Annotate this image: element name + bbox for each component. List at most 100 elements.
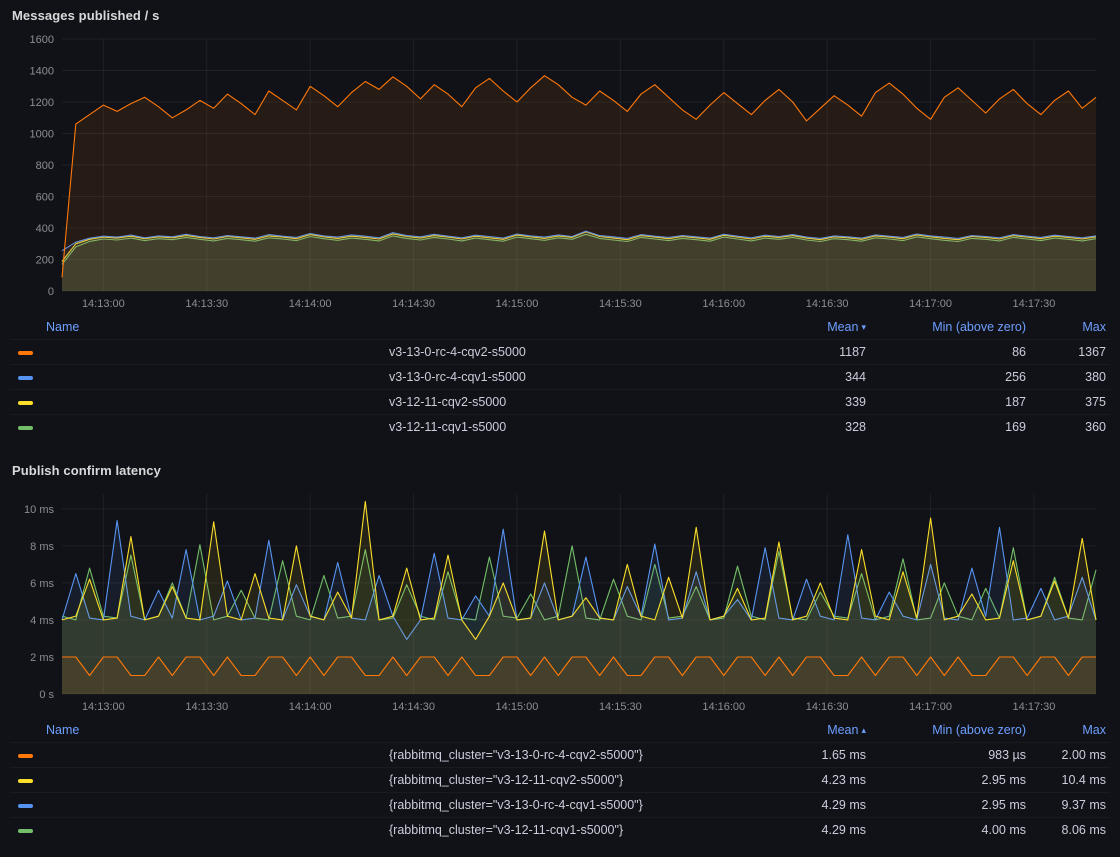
messages-published-chart[interactable]: 0200400600800100012001400160014:13:0014:… xyxy=(10,31,1110,313)
legend-header-mean[interactable]: Mean▾ xyxy=(760,315,870,340)
series-max-value: 360 xyxy=(1030,415,1110,440)
series-name[interactable]: v3-13-0-rc-4-cqv1-s5000 xyxy=(385,365,760,390)
svg-text:1600: 1600 xyxy=(30,34,54,46)
legend-header-mean[interactable]: Mean▴ xyxy=(760,718,870,743)
series-max-value: 1367 xyxy=(1030,340,1110,365)
svg-text:14:16:00: 14:16:00 xyxy=(702,298,745,310)
legend-header-name[interactable]: Name xyxy=(10,315,760,340)
series-color-swatch xyxy=(10,390,385,415)
panel-publish-confirm-latency: Publish confirm latency 0 s 2 ms 4 ms 6 ms 8… xyxy=(0,455,1120,842)
svg-text:14:16:30: 14:16:30 xyxy=(806,298,849,310)
series-max-value: 2.00 ms xyxy=(1030,743,1110,768)
series-name[interactable]: {rabbitmq_cluster="v3-12-11-cqv2-s5000"} xyxy=(385,768,760,793)
series-color-swatch xyxy=(10,818,385,843)
series-mean-value: 1.65 ms xyxy=(760,743,870,768)
publish-confirm-latency-chart[interactable]: 0 s 2 ms 4 ms 6 ms 8 ms 10 ms 14:13:00 14:13:30… xyxy=(10,486,1110,716)
series-name[interactable]: v3-12-11-cqv2-s5000 xyxy=(385,390,760,415)
sort-caret-icon: ▴ xyxy=(861,725,866,735)
svg-text:1400: 1400 xyxy=(30,66,54,78)
legend-header-name[interactable]: Name xyxy=(10,718,760,743)
svg-text:600: 600 xyxy=(36,192,54,204)
legend-header-min[interactable]: Min (above zero) xyxy=(870,718,1030,743)
series-name[interactable]: {rabbitmq_cluster="v3-13-0-rc-4-cqv1-s50… xyxy=(385,793,760,818)
legend-header-max[interactable]: Max xyxy=(1030,718,1110,743)
series-min-value: 983 µs xyxy=(870,743,1030,768)
series-name[interactable]: {rabbitmq_cluster="v3-12-11-cqv1-s5000"} xyxy=(385,818,760,843)
legend-row: {rabbitmq_cluster="v3-13-0-rc-4-cqv1-s50… xyxy=(10,793,1110,818)
legend-table: NameMean▴Min (above zero)Max {rabbitmq_cl… xyxy=(10,718,1110,842)
publish-confirm-latency-legend: NameMean▴Min (above zero)Max {rabbitmq_cl… xyxy=(10,718,1110,842)
messages-published-legend: NameMean▾Min (above zero)Maxv3-13-0-rc-4… xyxy=(10,315,1110,439)
series-name[interactable]: v3-13-0-rc-4-cqv2-s5000 xyxy=(385,340,760,365)
series-max-value: 10.4 ms xyxy=(1030,768,1110,793)
series-mean-value: 328 xyxy=(760,415,870,440)
svg-text:14:16:30: 14:16:30 xyxy=(806,701,849,713)
legend-row: v3-13-0-rc-4-cqv1-s5000344256380 xyxy=(10,365,1110,390)
legend-row: v3-12-11-cqv2-s5000339187375 xyxy=(10,390,1110,415)
legend-row: v3-12-11-cqv1-s5000328169360 xyxy=(10,415,1110,440)
series-color-swatch xyxy=(10,340,385,365)
svg-text:14:13:00: 14:13:00 xyxy=(82,701,125,713)
panel-gap xyxy=(0,439,1120,455)
series-max-value: 380 xyxy=(1030,365,1110,390)
panel-title-publish-confirm-latency: Publish confirm latency xyxy=(10,461,1110,486)
svg-text:1000: 1000 xyxy=(30,129,54,141)
svg-text:14:17:00: 14:17:00 xyxy=(909,298,952,310)
series-max-value: 8.06 ms xyxy=(1030,818,1110,843)
series-mean-value: 4.23 ms xyxy=(760,768,870,793)
svg-text:14:13:30: 14:13:30 xyxy=(185,298,228,310)
svg-text:1200: 1200 xyxy=(30,97,54,109)
series-min-value: 169 xyxy=(870,415,1030,440)
series-min-value: 4.00 ms xyxy=(870,818,1030,843)
svg-text:14:17:30: 14:17:30 xyxy=(1013,298,1056,310)
svg-text:10 ms: 10 ms xyxy=(24,504,54,516)
svg-text:8 ms: 8 ms xyxy=(30,541,54,553)
legend-row: v3-13-0-rc-4-cqv2-s50001187861367 xyxy=(10,340,1110,365)
chart-canvas[interactable]: 0200400600800100012001400160014:13:0014:… xyxy=(10,31,1110,313)
series-max-value: 9.37 ms xyxy=(1030,793,1110,818)
series-min-value: 256 xyxy=(870,365,1030,390)
series-mean-value: 1187 xyxy=(760,340,870,365)
series-mean-value: 4.29 ms xyxy=(760,818,870,843)
series-min-value: 86 xyxy=(870,340,1030,365)
series-color-swatch xyxy=(10,415,385,440)
series-name[interactable]: {rabbitmq_cluster="v3-13-0-rc-4-cqv2-s50… xyxy=(385,743,760,768)
series-color-swatch xyxy=(10,768,385,793)
svg-text:14:14:00: 14:14:00 xyxy=(289,298,332,310)
sort-caret-icon: ▾ xyxy=(861,322,866,332)
svg-text:6 ms: 6 ms xyxy=(30,578,54,590)
series-name[interactable]: v3-12-11-cqv1-s5000 xyxy=(385,415,760,440)
legend-header-max[interactable]: Max xyxy=(1030,315,1110,340)
svg-text:14:14:30: 14:14:30 xyxy=(392,701,435,713)
series-color-swatch xyxy=(10,793,385,818)
chart-canvas[interactable]: 0 s 2 ms 4 ms 6 ms 8 ms 10 ms 14:13:00 14:13:30… xyxy=(10,486,1110,716)
svg-text:14:15:30: 14:15:30 xyxy=(599,298,642,310)
series-min-value: 187 xyxy=(870,390,1030,415)
series-mean-value: 4.29 ms xyxy=(760,793,870,818)
svg-text:14:14:30: 14:14:30 xyxy=(392,298,435,310)
svg-text:14:17:30: 14:17:30 xyxy=(1013,701,1056,713)
series-color-swatch xyxy=(10,743,385,768)
panel-messages-published: Messages published / s 02004006008001000… xyxy=(0,0,1120,439)
series-mean-value: 344 xyxy=(760,365,870,390)
legend-table: NameMean▾Min (above zero)Maxv3-13-0-rc-4… xyxy=(10,315,1110,439)
legend-row: {rabbitmq_cluster="v3-13-0-rc-4-cqv2-s50… xyxy=(10,743,1110,768)
svg-text:14:16:00: 14:16:00 xyxy=(702,701,745,713)
svg-text:14:13:00: 14:13:00 xyxy=(82,298,125,310)
svg-text:0: 0 xyxy=(48,286,54,298)
series-mean-value: 339 xyxy=(760,390,870,415)
series-min-value: 2.95 ms xyxy=(870,768,1030,793)
legend-header-min[interactable]: Min (above zero) xyxy=(870,315,1030,340)
svg-text:14:14:00: 14:14:00 xyxy=(289,701,332,713)
legend-row: {rabbitmq_cluster="v3-12-11-cqv1-s5000"}… xyxy=(10,818,1110,843)
svg-text:800: 800 xyxy=(36,160,54,172)
svg-text:14:17:00: 14:17:00 xyxy=(909,701,952,713)
series-min-value: 2.95 ms xyxy=(870,793,1030,818)
svg-text:14:15:00: 14:15:00 xyxy=(496,298,539,310)
svg-text:0 s: 0 s xyxy=(39,689,54,701)
svg-text:2 ms: 2 ms xyxy=(30,652,54,664)
svg-text:4 ms: 4 ms xyxy=(30,615,54,627)
svg-text:400: 400 xyxy=(36,223,54,235)
series-max-value: 375 xyxy=(1030,390,1110,415)
svg-text:14:13:30: 14:13:30 xyxy=(185,701,228,713)
